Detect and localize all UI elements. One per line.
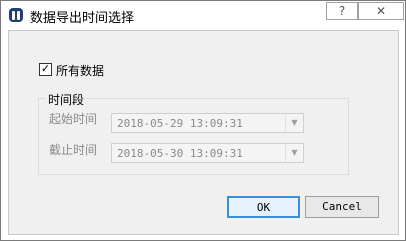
- title-bar[interactable]: 数据导出时间选择 ? ✕: [1, 1, 405, 29]
- cancel-button[interactable]: Cancel: [305, 196, 379, 218]
- ok-button[interactable]: OK: [227, 196, 300, 218]
- export-all-label[interactable]: 所有数据: [56, 62, 104, 79]
- app-icon: [9, 8, 23, 22]
- start-time-picker: 2018-05-29 13:09:31 ▼: [111, 113, 304, 133]
- close-button[interactable]: ✕: [358, 2, 404, 20]
- start-time-label: 起始时间: [49, 112, 98, 126]
- window-title: 数据导出时间选择: [30, 11, 135, 26]
- dialog-window: 数据导出时间选择 ? ✕ ✓ 所有数据 时间段 起始时间 2018-05-29 …: [0, 0, 406, 241]
- end-time-label: 截止时间: [49, 143, 98, 157]
- end-time-value: 2018-05-30 13:09:31: [117, 147, 243, 160]
- help-button[interactable]: ?: [326, 2, 358, 20]
- start-time-value: 2018-05-29 13:09:31: [117, 117, 243, 130]
- time-range-group-title: 时间段: [46, 91, 87, 108]
- end-time-picker: 2018-05-30 13:09:31 ▼: [111, 143, 304, 163]
- dialog-body: ✓ 所有数据 时间段 起始时间 2018-05-29 13:09:31 ▼ 截止…: [8, 30, 399, 235]
- chevron-down-icon: ▼: [285, 114, 303, 132]
- chevron-down-icon: ▼: [285, 144, 303, 162]
- export-all-checkbox[interactable]: ✓: [39, 63, 52, 76]
